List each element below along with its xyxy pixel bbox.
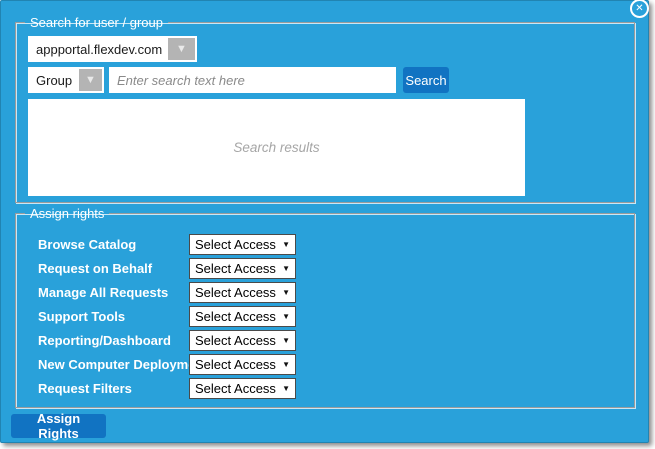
rights-row-label: Request on Behalf — [38, 261, 189, 276]
rights-row-label: Support Tools — [38, 309, 189, 324]
assign-rights-legend: Assign rights — [25, 206, 109, 221]
rights-access-select-value: Select Access — [190, 357, 280, 372]
domain-dropdown[interactable]: appportal.flexdev.com ▼ — [28, 36, 197, 62]
chevron-down-icon: ▼ — [85, 75, 96, 86]
rights-row: Manage All Requests Select Access ▼ — [38, 282, 598, 303]
rights-rows: Browse Catalog Select Access ▼ Request o… — [38, 234, 598, 402]
search-input[interactable] — [109, 67, 396, 93]
search-results-box[interactable]: Search results — [28, 99, 525, 196]
rights-access-select-value: Select Access — [190, 285, 280, 300]
rights-access-select-value: Select Access — [190, 381, 280, 396]
chevron-down-icon: ▼ — [176, 44, 187, 55]
rights-row: Support Tools Select Access ▼ — [38, 306, 598, 327]
search-group-legend: Search for user / group — [25, 15, 168, 30]
rights-access-select[interactable]: Select Access ▼ — [189, 258, 296, 279]
chevron-down-icon: ▼ — [280, 312, 295, 321]
search-type-dropdown[interactable]: Group ▼ — [28, 67, 104, 93]
chevron-down-icon: ▼ — [280, 288, 295, 297]
domain-dropdown-button[interactable]: ▼ — [168, 38, 195, 60]
rights-access-select[interactable]: Select Access ▼ — [189, 234, 296, 255]
assign-rights-dialog: ✕ Search for user / group appportal.flex… — [0, 0, 649, 443]
rights-access-select-value: Select Access — [190, 261, 280, 276]
chevron-down-icon: ▼ — [280, 264, 295, 273]
chevron-down-icon: ▼ — [280, 384, 295, 393]
rights-row-label: Manage All Requests — [38, 285, 189, 300]
rights-access-select[interactable]: Select Access ▼ — [189, 282, 296, 303]
chevron-down-icon: ▼ — [280, 336, 295, 345]
rights-access-select[interactable]: Select Access ▼ — [189, 378, 296, 399]
rights-access-select-value: Select Access — [190, 333, 280, 348]
rights-access-select[interactable]: Select Access ▼ — [189, 354, 296, 375]
rights-row-label: Request Filters — [38, 381, 189, 396]
search-results-placeholder: Search results — [233, 140, 319, 155]
chevron-down-icon: ▼ — [280, 360, 295, 369]
rights-row: Request Filters Select Access ▼ — [38, 378, 598, 399]
assign-rights-button[interactable]: Assign Rights — [11, 414, 106, 438]
rights-row: Browse Catalog Select Access ▼ — [38, 234, 598, 255]
rights-access-select[interactable]: Select Access ▼ — [189, 330, 296, 351]
rights-row: Request on Behalf Select Access ▼ — [38, 258, 598, 279]
rights-access-select[interactable]: Select Access ▼ — [189, 306, 296, 327]
rights-row-label: Reporting/Dashboard — [38, 333, 189, 348]
chevron-down-icon: ▼ — [280, 240, 295, 249]
search-button[interactable]: Search — [403, 67, 449, 93]
search-type-dropdown-button[interactable]: ▼ — [79, 69, 102, 91]
rights-row-label: Browse Catalog — [38, 237, 189, 252]
rights-row: New Computer Deployment Select Access ▼ — [38, 354, 598, 375]
rights-access-select-value: Select Access — [190, 237, 280, 252]
rights-row-label: New Computer Deployment — [38, 357, 189, 372]
rights-row: Reporting/Dashboard Select Access ▼ — [38, 330, 598, 351]
rights-access-select-value: Select Access — [190, 309, 280, 324]
